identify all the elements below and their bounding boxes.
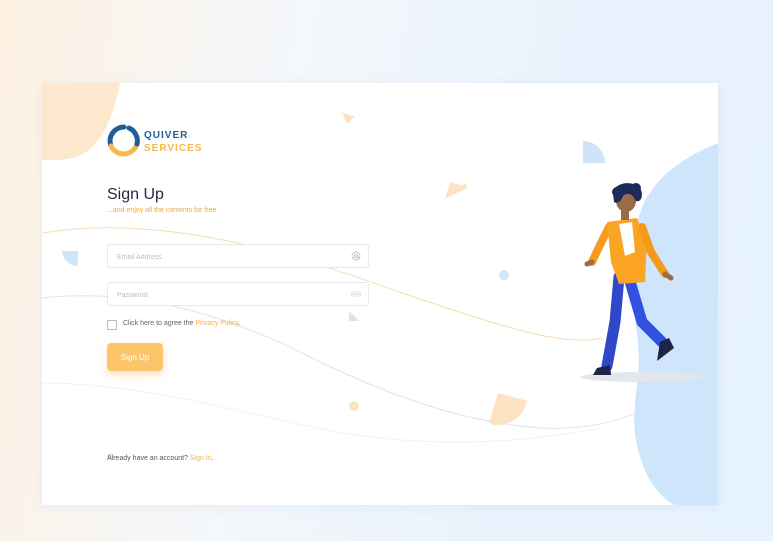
at-icon bbox=[351, 251, 361, 261]
shape-peach-small bbox=[342, 113, 355, 124]
signin-prompt: Already have an account? Sign In. bbox=[107, 455, 214, 462]
email-field[interactable] bbox=[107, 244, 369, 269]
shape-peach-dot bbox=[349, 401, 359, 411]
privacy-checkbox[interactable] bbox=[107, 320, 117, 330]
password-input[interactable] bbox=[115, 283, 344, 307]
shape-blue-left bbox=[62, 251, 78, 266]
brand-name-line2: SERVICES bbox=[144, 143, 203, 154]
page-title: Sign Up bbox=[107, 186, 164, 203]
privacy-policy-link[interactable]: Privacy Policy bbox=[195, 320, 238, 327]
privacy-agree-text: Click here to agree the Privacy Policy. bbox=[123, 320, 240, 327]
shape-blue-small bbox=[349, 311, 359, 321]
signin-prompt-prefix: Already have an account? bbox=[107, 455, 190, 462]
brand-name-line1: QUIVER bbox=[144, 130, 189, 141]
email-input[interactable] bbox=[115, 245, 344, 269]
shape-blue-dot bbox=[499, 270, 509, 280]
dots-icon bbox=[351, 291, 361, 297]
logo-mark-icon bbox=[107, 124, 140, 157]
signin-prompt-suffix: . bbox=[211, 455, 214, 462]
brand-logo[interactable]: QUIVER SERVICES bbox=[107, 124, 227, 164]
sign-in-link[interactable]: Sign In bbox=[190, 455, 212, 462]
walking-person-illustration bbox=[584, 183, 674, 375]
sign-up-button[interactable]: Sign Up bbox=[107, 343, 163, 371]
shape-blue-quarter-arc bbox=[583, 141, 605, 163]
page-subtitle: ...and enjoy all the contents for free bbox=[107, 207, 217, 214]
signup-card: QUIVER SERVICES Sign Up ...and enjoy all… bbox=[42, 83, 718, 505]
privacy-agree-prefix: Click here to agree the bbox=[123, 320, 196, 327]
password-field[interactable] bbox=[107, 282, 369, 307]
privacy-agree-suffix: . bbox=[238, 320, 241, 327]
